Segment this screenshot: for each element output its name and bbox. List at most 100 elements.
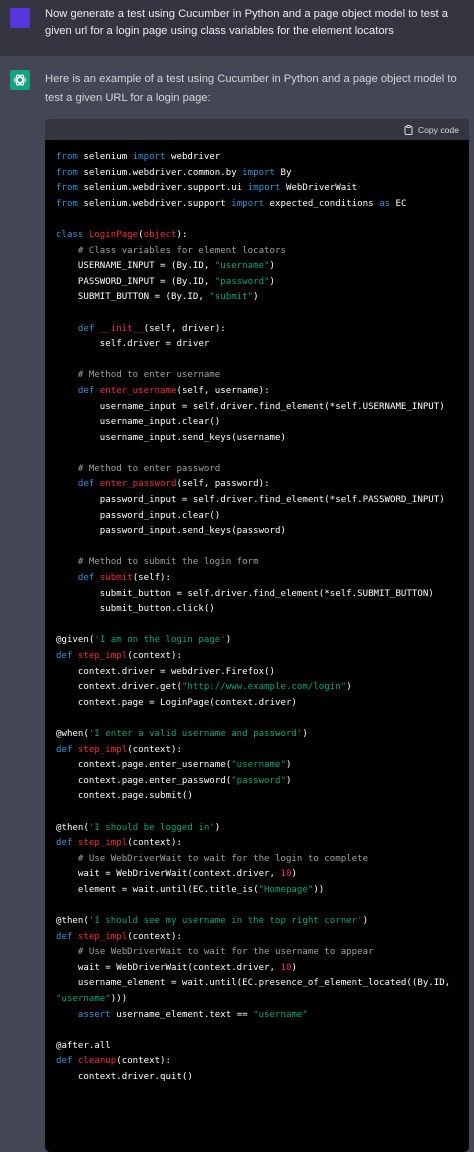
code-token: enter_username bbox=[99, 385, 177, 396]
code-block-header: Copy code bbox=[45, 119, 469, 140]
code-token: "username" bbox=[214, 261, 270, 272]
code-line: # Method to enter password bbox=[56, 462, 466, 478]
code-line: # Method to enter username bbox=[56, 368, 466, 384]
code-token: LoginPage bbox=[88, 229, 139, 240]
code-token: # Use WebDriverWait to wait for the logi… bbox=[77, 853, 369, 864]
code-token: "username" bbox=[231, 760, 286, 771]
code-token: ) bbox=[302, 728, 308, 739]
code-line: from selenium.webdriver.support.ui impor… bbox=[56, 181, 466, 197]
code-line: @given('I am on the login page') bbox=[56, 633, 466, 649]
code-token: (self, username): bbox=[176, 385, 270, 396]
code-token: username_input.clear() bbox=[56, 417, 221, 428]
code-token: ) bbox=[346, 682, 352, 693]
code-token: def bbox=[77, 479, 95, 490]
code-token: submit_button = self.driver.find_element… bbox=[56, 588, 434, 599]
code-token: "Homepage" bbox=[258, 884, 314, 895]
code-line: wait = WebDriverWait(context.driver, 10) bbox=[56, 867, 466, 883]
code-line: def step_impl(context): bbox=[56, 930, 466, 946]
code-token: # Use WebDriverWait to wait for the user… bbox=[77, 947, 374, 958]
code-token: from bbox=[56, 167, 78, 178]
code-line: element = wait.until(EC.title_is("Homepa… bbox=[56, 883, 466, 899]
code-token: enter_password bbox=[99, 479, 177, 490]
code-token: # Class variables for element locators bbox=[77, 245, 286, 256]
code-content: from selenium import webdriver from selen… bbox=[56, 150, 466, 1086]
code-line: @then('I should be logged in') bbox=[56, 821, 466, 837]
code-token: step_impl bbox=[77, 838, 128, 849]
code-line: @then('I should see my username in the t… bbox=[56, 914, 466, 930]
code-token: "password" bbox=[214, 276, 270, 287]
code-token: username_element.text == bbox=[110, 1009, 254, 1020]
code-token: selenium.webdriver.support.ui bbox=[77, 183, 248, 194]
code-line: password_input.clear() bbox=[56, 509, 466, 525]
code-token: context.page = LoginPage(context.driver) bbox=[56, 697, 297, 708]
code-line: ​ bbox=[56, 353, 466, 369]
code-line: submit_button = self.driver.find_element… bbox=[56, 587, 466, 603]
code-token: ) bbox=[285, 760, 292, 771]
code-line: "username"))) bbox=[56, 992, 466, 1008]
code-token: import bbox=[132, 152, 166, 162]
code-token: SUBMIT_BUTTON = (By.ID, bbox=[56, 292, 210, 303]
code-token: class bbox=[56, 229, 84, 240]
user-message: Now generate a test using Cucumber in Py… bbox=[0, 0, 474, 56]
code-token: ))) bbox=[110, 994, 128, 1005]
code-token: context.page.enter_password( bbox=[56, 775, 232, 786]
code-token: @when bbox=[56, 728, 84, 739]
code-token: password_input.send_keys(password) bbox=[56, 526, 286, 537]
code-token: PASSWORD_INPUT = (By.ID, bbox=[56, 276, 215, 287]
code-line: def submit(self): bbox=[56, 571, 466, 587]
code-token: object bbox=[143, 229, 177, 240]
code-token: submit_button.click() bbox=[56, 604, 215, 615]
code-token: from bbox=[56, 198, 78, 209]
code-token: ) bbox=[214, 822, 221, 833]
code-token: (context): bbox=[127, 744, 182, 755]
user-message-text: Now generate a test using Cucumber in Py… bbox=[45, 8, 448, 37]
code-line: ​ bbox=[56, 618, 466, 634]
code-token: (context): bbox=[127, 838, 182, 849]
code-token: from bbox=[56, 183, 78, 194]
code-line: self.driver = driver bbox=[56, 337, 466, 353]
code-token: webdriver bbox=[165, 152, 221, 162]
code-line: submit_button.click() bbox=[56, 602, 466, 618]
code-line: context.page.enter_username("username") bbox=[56, 758, 466, 774]
openai-logo-icon bbox=[10, 70, 30, 90]
code-line: wait = WebDriverWait(context.driver, 10) bbox=[56, 961, 466, 977]
code-token: 'I am on the login page' bbox=[94, 635, 226, 646]
code-token: wait = WebDriverWait(context.driver, bbox=[56, 962, 281, 973]
code-line: @after.all bbox=[56, 1039, 466, 1055]
copy-code-button[interactable]: Copy code bbox=[404, 123, 459, 136]
code-token: (self, driver): bbox=[143, 323, 226, 334]
code-token: ): bbox=[176, 229, 188, 240]
code-token: USERNAME_INPUT = (By.ID, bbox=[56, 261, 215, 272]
code-line: def enter_password(self, password): bbox=[56, 477, 466, 493]
code-token: context.page.submit() bbox=[56, 791, 193, 802]
code-token: wait = WebDriverWait(context.driver, bbox=[56, 869, 281, 880]
code-token: ) bbox=[291, 962, 297, 973]
code-token: # Method to enter password bbox=[77, 463, 221, 474]
code-token: 10 bbox=[280, 869, 292, 880]
assistant-intro-text: Here is an example of a test using Cucum… bbox=[45, 73, 457, 104]
code-line: from selenium import webdriver bbox=[56, 150, 466, 166]
code-line: password_input = self.driver.find_elemen… bbox=[56, 493, 466, 509]
code-token: ) bbox=[285, 775, 292, 786]
code-line: assert username_element.text == "usernam… bbox=[56, 1008, 466, 1024]
code-token: from bbox=[56, 152, 78, 162]
code-token: import bbox=[231, 198, 265, 209]
code-token: # Method to enter username bbox=[77, 370, 221, 381]
code-token: __init__ bbox=[99, 323, 144, 334]
code-line: context.page = LoginPage(context.driver) bbox=[56, 696, 466, 712]
code-token: element = wait.until(EC.title_is( bbox=[56, 884, 259, 895]
code-line: ​ bbox=[56, 711, 466, 727]
code-line: context.driver.get("http://www.example.c… bbox=[56, 680, 466, 696]
code-token: def bbox=[56, 651, 73, 661]
code-token: password_input.clear() bbox=[56, 510, 221, 521]
code-token: "password" bbox=[231, 775, 286, 786]
code-token: ) bbox=[269, 276, 276, 287]
code-token: assert bbox=[77, 1009, 111, 1020]
